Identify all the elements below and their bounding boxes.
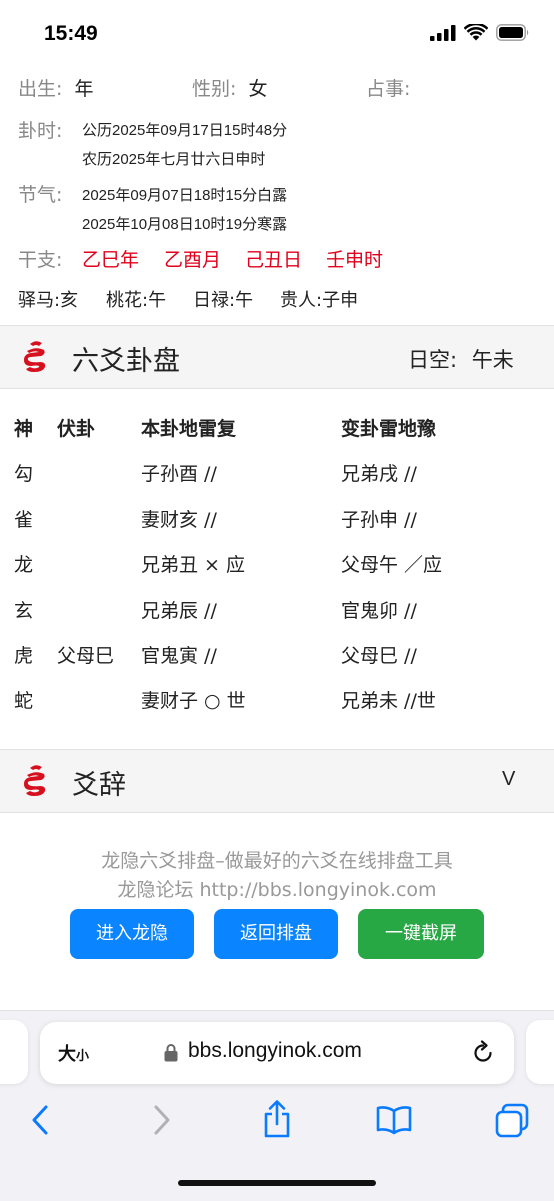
row-6-ben: 妻财子 ○ 世: [141, 690, 246, 712]
bookmarks-icon[interactable]: [376, 1105, 412, 1135]
row-1-ben: 子孙酉 //: [141, 463, 217, 485]
ganzhi-label: 干支:: [18, 249, 63, 271]
header-biangua: 变卦雷地豫: [341, 418, 437, 440]
birth-label: 出生:: [18, 78, 63, 100]
text-size-large: 大: [58, 1044, 76, 1065]
matter-row: 占事:: [366, 74, 410, 101]
row-5-ben: 官鬼寅 //: [141, 645, 217, 667]
ganzhi-month: 乙酉月: [164, 249, 222, 271]
share-icon[interactable]: [261, 1099, 293, 1139]
gua-panel-header: 六爻卦盘 日空: 午未: [0, 325, 554, 389]
header-fugua: 伏卦: [57, 418, 96, 440]
gender-row: 性别: 女: [192, 74, 267, 101]
footer-slogan: 龙隐六爻排盘–做最好的六爻在线排盘工具: [101, 850, 453, 872]
row-5-shen: 虎: [14, 645, 34, 667]
matter-label: 占事:: [366, 78, 411, 100]
row-2-ben: 妻财亥 //: [141, 509, 217, 531]
header-bengua: 本卦地雷复: [141, 418, 237, 440]
taohua-text: 桃花:午: [106, 290, 167, 311]
row-2-shen: 雀: [14, 509, 34, 531]
gua-panel-title: 六爻卦盘: [72, 346, 180, 377]
expand-toggle[interactable]: V: [502, 768, 515, 791]
row-4-bian: 官鬼卯 //: [341, 600, 417, 622]
dragon-logo-icon: [24, 341, 46, 372]
rikong-label: 日空:: [408, 348, 458, 372]
status-bar: 15:49: [0, 0, 554, 70]
screenshot-button[interactable]: 一键截屏: [358, 909, 484, 959]
lock-icon: [164, 1044, 178, 1062]
ganzhi-day: 己丑日: [245, 249, 303, 271]
tabs-icon[interactable]: [494, 1103, 530, 1139]
text-size-small: 小: [76, 1049, 90, 1064]
rilu-text: 日禄:午: [193, 290, 254, 311]
forward-icon[interactable]: [148, 1104, 174, 1136]
birth-row: 出生: 年: [18, 74, 93, 101]
row-3-shen: 龙: [14, 554, 34, 576]
jieqi-line-1: 2025年09月07日18时15分白露: [82, 187, 288, 204]
row-1-bian: 兄弟戌 //: [341, 463, 417, 485]
cellular-signal-icon: [430, 24, 456, 41]
ganzhi-hour: 壬申时: [326, 249, 384, 271]
yima-text: 驿马:亥: [18, 290, 79, 311]
jieqi-label: 节气:: [18, 184, 63, 206]
status-time: 15:49: [44, 22, 98, 45]
header-shen: 神: [14, 418, 34, 440]
row-5-fu: 父母巳: [57, 645, 115, 667]
next-tab-preview[interactable]: [526, 1020, 554, 1084]
guashi-label: 卦时:: [18, 120, 63, 142]
row-2-bian: 子孙申 //: [341, 509, 417, 531]
row-6-bian: 兄弟未 //世: [341, 690, 436, 712]
dragon-logo-icon: [24, 765, 46, 796]
birth-value: 年: [74, 78, 94, 100]
rikong: 日空: 午未: [408, 344, 514, 374]
status-icons: [430, 24, 530, 41]
back-icon[interactable]: [28, 1104, 54, 1136]
guashi-solar: 公历2025年09月17日15时48分: [82, 122, 288, 139]
row-3-ben: 兄弟丑 × 应: [141, 554, 245, 576]
reload-icon[interactable]: [470, 1040, 496, 1066]
gender-label: 性别:: [192, 78, 237, 100]
row-4-shen: 玄: [14, 600, 34, 622]
footer-forum-link[interactable]: 龙隐论坛 http://bbs.longyinok.com: [0, 875, 554, 902]
text-size-button[interactable]: 大小: [58, 1040, 89, 1066]
guashi-lunar: 农历2025年七月廿六日申时: [82, 151, 266, 168]
previous-tab-preview[interactable]: [0, 1020, 28, 1084]
back-to-paipan-button[interactable]: 返回排盘: [214, 909, 338, 959]
home-indicator: [178, 1180, 376, 1186]
guiren-text: 贵人:子申: [280, 290, 359, 311]
battery-icon: [496, 24, 529, 41]
row-4-ben: 兄弟辰 //: [141, 600, 217, 622]
address-bar[interactable]: 大小 bbs.longyinok.com: [40, 1022, 514, 1084]
enter-longyin-button[interactable]: 进入龙隐: [70, 909, 194, 959]
ganzhi-year: 乙巳年: [82, 249, 140, 271]
yaoci-title: 爻辞: [72, 770, 126, 801]
yaoci-section-header[interactable]: 爻辞 V: [0, 749, 554, 813]
jieqi-line-2: 2025年10月08日10时19分寒露: [82, 216, 288, 233]
url-text[interactable]: bbs.longyinok.com: [188, 1039, 362, 1063]
row-1-shen: 勾: [14, 463, 34, 485]
row-3-bian: 父母午 ／应: [341, 554, 443, 576]
row-6-shen: 蛇: [14, 690, 34, 712]
rikong-value: 午未: [471, 348, 514, 372]
gender-value: 女: [248, 78, 268, 100]
row-5-bian: 父母巳 //: [341, 645, 417, 667]
wifi-icon: [464, 24, 488, 41]
